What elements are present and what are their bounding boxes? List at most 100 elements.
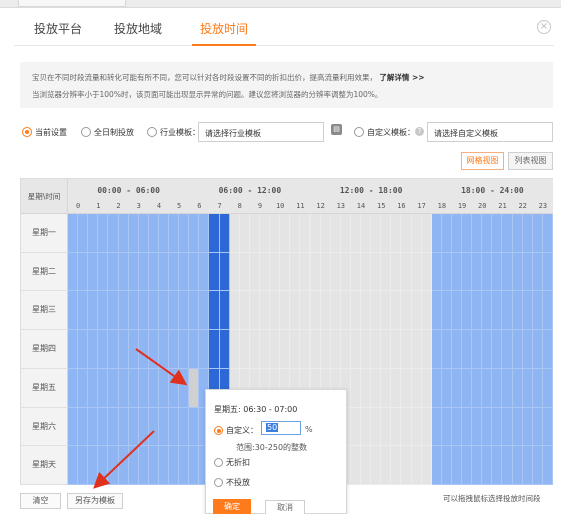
time-slot-cell[interactable] — [532, 446, 543, 485]
time-slot-cell[interactable] — [290, 291, 301, 331]
time-slot-cell[interactable] — [350, 330, 361, 369]
time-slot-cell[interactable] — [462, 252, 473, 292]
time-slot-cell[interactable] — [431, 330, 442, 369]
time-slot-cell[interactable] — [441, 214, 452, 253]
time-slot-cell[interactable] — [350, 368, 361, 408]
day-label[interactable]: 星期二 — [21, 252, 68, 292]
time-slot-cell[interactable] — [98, 291, 109, 331]
time-slot-cell[interactable] — [219, 291, 230, 331]
time-slot-cell[interactable] — [361, 252, 372, 292]
time-slot-cell[interactable] — [239, 291, 250, 331]
help-icon[interactable]: ? — [415, 127, 424, 136]
grid-view-button[interactable]: 网格视图 — [461, 152, 504, 170]
time-slot-cell[interactable] — [199, 291, 210, 331]
radio-current[interactable] — [22, 127, 32, 137]
time-slot-cell[interactable] — [472, 214, 483, 253]
time-slot-cell[interactable] — [451, 368, 463, 408]
time-slot-cell[interactable] — [209, 291, 220, 331]
time-slot-cell[interactable] — [199, 330, 210, 369]
time-slot-cell[interactable] — [128, 214, 139, 253]
time-slot-cell[interactable] — [169, 252, 180, 292]
time-slot-cell[interactable] — [158, 330, 170, 369]
time-slot-cell[interactable] — [229, 214, 240, 253]
time-slot-cell[interactable] — [88, 407, 99, 447]
time-slot-cell[interactable] — [179, 446, 190, 485]
time-slot-cell[interactable] — [340, 252, 351, 292]
radio-industry[interactable] — [147, 127, 157, 137]
time-slot-cell[interactable] — [340, 291, 351, 331]
time-slot-cell[interactable] — [532, 252, 543, 292]
time-slot-cell[interactable] — [411, 291, 422, 331]
time-slot-cell[interactable] — [411, 407, 422, 447]
time-slot-cell[interactable] — [138, 330, 149, 369]
time-slot-cell[interactable] — [259, 252, 271, 292]
time-slot-cell[interactable] — [542, 446, 553, 485]
time-slot-cell[interactable] — [98, 214, 109, 253]
time-slot-cell[interactable] — [88, 330, 99, 369]
time-slot-cell[interactable] — [401, 252, 412, 292]
time-slot-cell[interactable] — [290, 252, 301, 292]
time-slot-cell[interactable] — [371, 214, 382, 253]
time-slot-cell[interactable] — [330, 330, 341, 369]
time-slot-cell[interactable] — [189, 252, 200, 292]
time-slot-cell[interactable] — [118, 214, 129, 253]
time-slot-cell[interactable] — [280, 291, 291, 331]
time-slot-cell[interactable] — [492, 407, 503, 447]
time-slot-cell[interactable] — [361, 368, 372, 408]
time-slot-cell[interactable] — [492, 214, 503, 253]
time-slot-cell[interactable] — [381, 407, 392, 447]
time-slot-cell[interactable] — [371, 330, 382, 369]
time-slot-cell[interactable] — [492, 252, 503, 292]
close-icon[interactable]: × — [537, 20, 551, 34]
time-slot-cell[interactable] — [451, 330, 463, 369]
time-slot-cell[interactable] — [512, 214, 523, 253]
day-label[interactable]: 星期四 — [21, 330, 68, 369]
time-slot-cell[interactable] — [179, 291, 190, 331]
time-slot-cell[interactable] — [421, 291, 432, 331]
list-view-button[interactable]: 列表视图 — [508, 152, 553, 170]
time-slot-cell[interactable] — [391, 214, 402, 253]
time-slot-cell[interactable] — [118, 368, 129, 408]
time-slot-cell[interactable] — [350, 214, 361, 253]
save-template-button[interactable]: 另存为模板 — [67, 493, 123, 509]
time-slot-cell[interactable] — [68, 252, 79, 292]
time-slot-cell[interactable] — [472, 446, 483, 485]
time-slot-cell[interactable] — [361, 330, 372, 369]
time-slot-cell[interactable] — [118, 330, 129, 369]
time-slot-cell[interactable] — [189, 291, 200, 331]
time-slot-cell[interactable] — [441, 330, 452, 369]
time-slot-cell[interactable] — [512, 446, 523, 485]
radio-no-discount[interactable] — [214, 458, 223, 467]
time-slot-cell[interactable] — [502, 407, 513, 447]
time-slot-cell[interactable] — [169, 407, 180, 447]
time-slot-cell[interactable] — [401, 330, 412, 369]
time-slot-cell[interactable] — [199, 214, 210, 253]
template-preview-icon[interactable]: ▤ — [331, 124, 342, 135]
time-slot-cell[interactable] — [522, 446, 533, 485]
day-label[interactable]: 星期六 — [21, 407, 68, 447]
time-slot-cell[interactable] — [78, 214, 89, 253]
time-slot-cell[interactable] — [68, 330, 79, 369]
time-slot-cell[interactable] — [502, 291, 513, 331]
time-slot-cell[interactable] — [441, 252, 452, 292]
time-slot-cell[interactable] — [472, 291, 483, 331]
time-slot-cell[interactable] — [502, 368, 513, 408]
time-slot-cell[interactable] — [421, 446, 432, 485]
time-slot-cell[interactable] — [320, 330, 331, 369]
popup-no-discount-row[interactable]: 无折扣 — [214, 457, 250, 468]
time-slot-cell[interactable] — [401, 446, 412, 485]
time-slot-cell[interactable] — [472, 407, 483, 447]
time-slot-cell[interactable] — [259, 291, 271, 331]
time-slot-cell[interactable] — [532, 407, 543, 447]
time-slot-cell[interactable] — [108, 252, 119, 292]
hour-label[interactable]: 17 — [412, 202, 432, 210]
time-slot-cell[interactable] — [68, 407, 79, 447]
time-slot-cell[interactable] — [482, 291, 493, 331]
hour-label[interactable]: 22 — [513, 202, 533, 210]
time-slot-cell[interactable] — [431, 291, 442, 331]
time-slot-cell[interactable] — [148, 330, 159, 369]
time-slot-cell[interactable] — [482, 407, 493, 447]
time-slot-cell[interactable] — [472, 368, 483, 408]
time-slot-cell[interactable] — [78, 368, 89, 408]
time-slot-cell[interactable] — [330, 214, 341, 253]
